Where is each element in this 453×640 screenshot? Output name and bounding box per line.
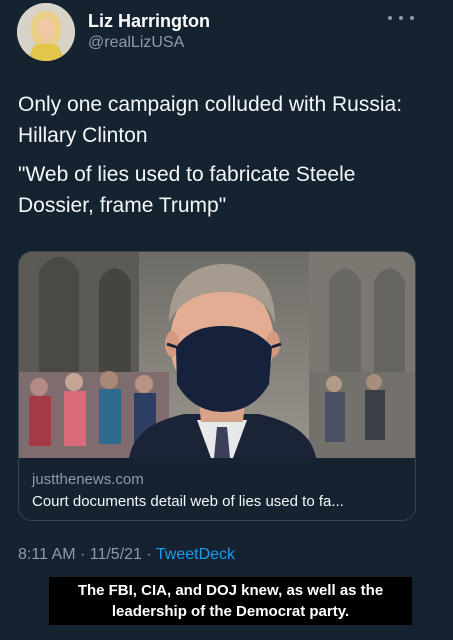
caption-line: leadership of the Democrat party. bbox=[111, 603, 350, 620]
more-dot-3 bbox=[410, 16, 414, 20]
caption-line: The FBI, CIA, and DOJ knew, as well as t… bbox=[77, 582, 384, 599]
link-card-image bbox=[19, 252, 415, 458]
meta-separator: · bbox=[75, 546, 90, 563]
author-handle[interactable]: @realLizUSA bbox=[88, 34, 184, 52]
author-display-name[interactable]: Liz Harrington bbox=[88, 11, 210, 32]
link-preview-card[interactable]: justthenews.com Court documents detail w… bbox=[18, 251, 416, 521]
more-dot-1 bbox=[388, 16, 392, 20]
tweet-paragraph: Only one campaign colluded with Russia: … bbox=[18, 93, 403, 147]
more-horizontal-icon[interactable] bbox=[388, 11, 414, 25]
link-card-headline: Court documents detail web of lies used … bbox=[32, 493, 344, 510]
tweet-paragraph: "Web of lies used to fabricate Steele Do… bbox=[18, 163, 356, 217]
tweet-timestamp-row: 8:11 AM · 11/5/21 · TweetDeck bbox=[18, 546, 235, 564]
tweet-text: Only one campaign colluded with Russia: … bbox=[18, 89, 423, 229]
more-dot-2 bbox=[399, 16, 403, 20]
tweet-source-link[interactable]: TweetDeck bbox=[156, 546, 235, 563]
video-caption: The FBI, CIA, and DOJ knew, as well as t… bbox=[49, 577, 412, 625]
tweet-date[interactable]: 11/5/21 bbox=[90, 546, 142, 563]
avatar[interactable] bbox=[17, 3, 75, 61]
tweet-time[interactable]: 8:11 AM bbox=[18, 546, 76, 563]
link-card-domain: justthenews.com bbox=[32, 471, 144, 488]
meta-separator: · bbox=[141, 546, 156, 563]
